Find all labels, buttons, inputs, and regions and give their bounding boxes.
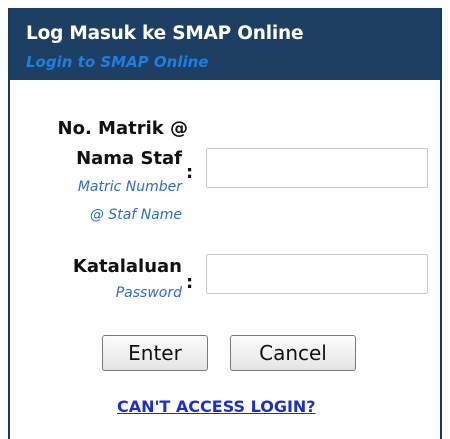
username-label-line2: Nama Staf — [76, 148, 182, 169]
login-header: Log Masuk ke SMAP Online Login to SMAP O… — [10, 8, 440, 80]
password-label-en: Password — [115, 285, 182, 301]
password-separator: : — [186, 272, 194, 293]
cant-access-login-link[interactable]: CAN'T ACCESS LOGIN? — [117, 397, 316, 416]
header-title: Log Masuk ke SMAP Online — [26, 23, 304, 44]
username-label-line1: No. Matrik @ — [57, 118, 188, 139]
header-subtitle: Login to SMAP Online — [26, 53, 209, 71]
username-separator: : — [186, 162, 194, 183]
username-input[interactable] — [206, 148, 428, 188]
password-input[interactable] — [206, 254, 428, 294]
username-label-en-line1: Matric Number — [77, 179, 182, 195]
cancel-button[interactable]: Cancel — [230, 335, 356, 371]
login-panel: Log Masuk ke SMAP Online Login to SMAP O… — [8, 8, 442, 439]
username-label-en-line2: @ Staf Name — [89, 207, 182, 223]
enter-button[interactable]: Enter — [102, 335, 208, 371]
password-label: Katalaluan — [72, 256, 182, 277]
